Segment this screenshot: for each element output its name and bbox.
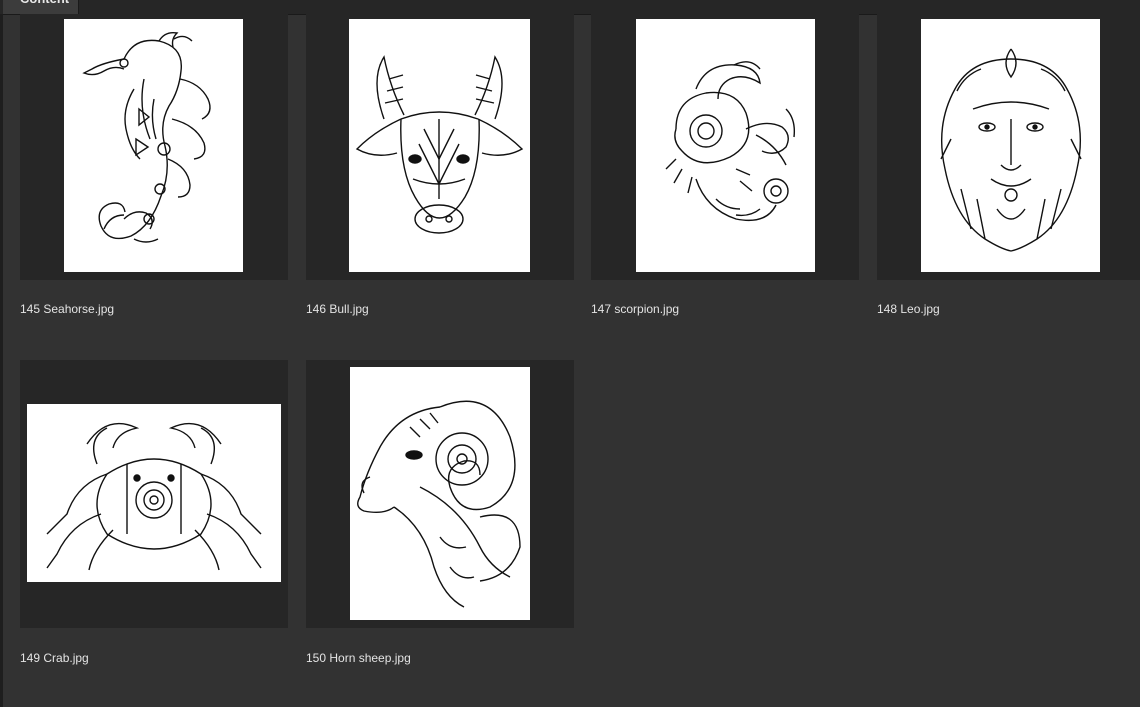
content-panel: Content [0,0,1140,707]
thumbnail-frame [877,14,1140,280]
thumbnail-image [636,19,815,272]
tab-content[interactable]: Content [3,0,79,14]
thumbnail-image [921,19,1100,272]
bull-icon [355,55,524,234]
file-tile-horn-sheep[interactable]: 150 Horn sheep.jpg [306,360,574,680]
file-tile-seahorse[interactable]: 145 Seahorse.jpg [20,14,288,334]
file-tile-bull[interactable]: 146 Bull.jpg [306,14,574,334]
thumbnail-frame [20,14,288,280]
thumbnail-image [349,19,530,272]
thumbnail-image [350,367,530,620]
scorpion-icon [665,61,796,222]
file-name: 150 Horn sheep.jpg [306,651,411,665]
file-name: 145 Seahorse.jpg [20,302,115,316]
crab-icon [46,422,262,571]
thumbnail-image [64,19,243,272]
file-name: 149 Crab.jpg [20,651,89,665]
file-tile-leo[interactable]: 148 Leo.jpg [877,14,1140,334]
thumbnail-frame [591,14,859,280]
thumbnail-frame [20,360,288,628]
thumbnail-image [27,404,281,582]
file-tile-crab[interactable]: 149 Crab.jpg [20,360,288,680]
panel-tab-strip: Content [0,0,1140,15]
file-name: 147 scorpion.jpg [591,302,680,316]
file-tile-scorpion[interactable]: 147 scorpion.jpg [591,14,859,334]
lion-icon [940,48,1082,252]
file-name: 146 Bull.jpg [306,302,369,316]
thumbnail-frame [306,360,574,628]
ram-icon [357,400,521,608]
panel-left-border [0,14,3,707]
thumbnail-frame [306,14,574,280]
seahorse-icon [82,31,211,243]
file-name: 148 Leo.jpg [877,302,940,316]
